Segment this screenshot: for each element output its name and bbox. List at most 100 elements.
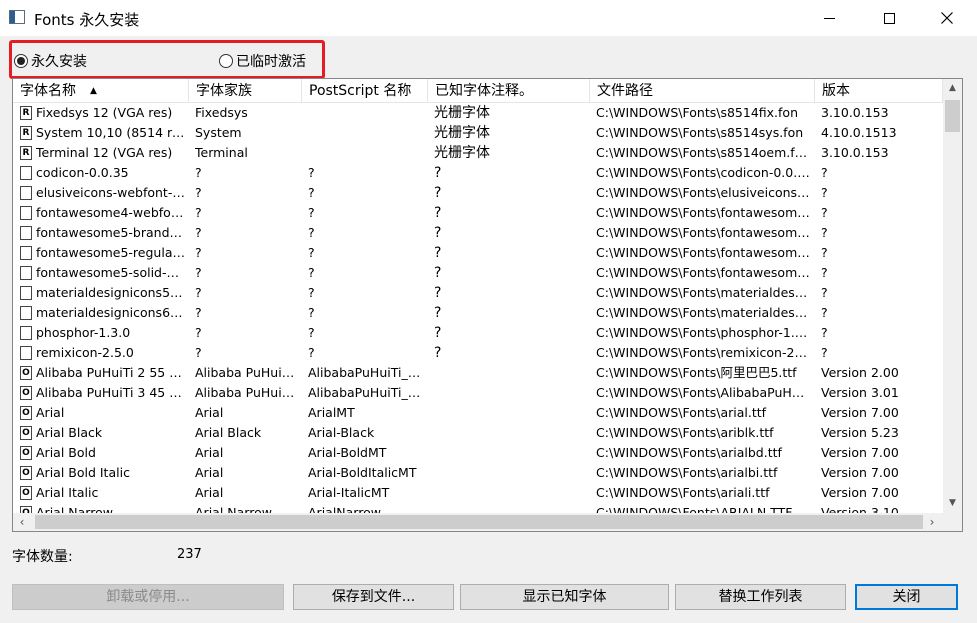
minimize-button[interactable] [804, 0, 854, 36]
opentype-font-icon: O [20, 386, 32, 400]
table-row[interactable]: elusiveicons-webfont-2.0??? C:\WINDOWS\Fo… [13, 183, 943, 203]
cell-file-path: C:\WINDOWS\Fonts\arialbi.ttf [596, 465, 778, 480]
table-row[interactable]: O Arial Bold Arial Arial-BoldMT C:\WINDOWS\F… [13, 443, 943, 463]
cell-file-path: C:\WINDOWS\Fonts\ARIALN.TTF [596, 505, 793, 513]
column-header-path[interactable]: 文件路径 [590, 79, 815, 103]
cell-font-name: fontawesome5-regular-... [36, 245, 186, 260]
uninstall-button[interactable]: 卸载或停用... [12, 584, 284, 610]
cell-postscript-name: ? [308, 285, 315, 300]
column-header-postscript[interactable]: PostScript 名称 [302, 79, 428, 103]
opentype-font-icon: O [20, 466, 32, 480]
font-list[interactable]: 字体名称 ▲ 字体家族 PostScript 名称 已知字体注释。 文件路径 版本… [12, 78, 963, 532]
cell-file-path: C:\WINDOWS\Fonts\ariali.ttf [596, 485, 770, 500]
horizontal-scrollbar[interactable]: ‹ › [13, 513, 962, 531]
opentype-font-icon: O [20, 406, 32, 420]
cell-file-path: C:\WINDOWS\Fonts\materialdesig... [596, 285, 810, 300]
cell-version: Version 7.00 [821, 445, 899, 460]
table-row[interactable]: O Arial Italic Arial Arial-ItalicMT C:\WINDO… [13, 483, 943, 503]
cell-postscript-name: ? [308, 185, 315, 200]
table-row[interactable]: R System 10,10 (8514 res) System 光栅字体 C:\WIN… [13, 123, 943, 143]
opentype-font-icon: O [20, 426, 32, 440]
vertical-scroll-thumb[interactable] [945, 100, 960, 132]
scroll-right-icon[interactable]: › [923, 513, 941, 531]
table-row[interactable]: remixicon-2.5.0??? C:\WINDOWS\Fonts\remix… [13, 343, 943, 363]
list-rows: R Fixedsys 12 (VGA res) Fixedsys 光栅字体 C:\WIN… [13, 103, 943, 513]
font-file-icon [20, 266, 32, 280]
table-row[interactable]: codicon-0.0.35??? C:\WINDOWS\Fonts\codico… [13, 163, 943, 183]
cell-font-family: System [195, 125, 242, 140]
cell-font-family: ? [195, 345, 202, 360]
close-window-button[interactable] [922, 0, 972, 36]
table-row[interactable]: materialdesignicons6-w...??? C:\WINDOWS\F… [13, 303, 943, 323]
cell-font-name: Arial Narrow [36, 505, 113, 513]
cell-note: 光栅字体 [434, 125, 490, 141]
scroll-up-icon[interactable]: ▲ [943, 79, 962, 97]
table-row[interactable]: fontawesome5-solid-we...??? C:\WINDOWS\Fo… [13, 263, 943, 283]
table-row[interactable]: O Alibaba PuHuiTi 2 55 Re... Alibaba PuHui… [13, 363, 943, 383]
vertical-scrollbar[interactable]: ▲ ▼ [943, 79, 962, 513]
column-header-family[interactable]: 字体家族 [189, 79, 302, 103]
cell-font-family: ? [195, 245, 202, 260]
table-row[interactable]: fontawesome5-regular-...??? C:\WINDOWS\Fo… [13, 243, 943, 263]
cell-font-family: Arial [195, 485, 224, 500]
cell-version: Version 3.10 [821, 505, 899, 513]
replace-worklist-button[interactable]: 替换工作列表 [675, 584, 846, 610]
cell-version: ? [821, 225, 828, 240]
cell-note: ? [434, 305, 442, 321]
table-row[interactable]: materialdesignicons5-w...??? C:\WINDOWS\F… [13, 283, 943, 303]
cell-font-family: Arial [195, 465, 224, 480]
cell-note: ? [434, 325, 442, 341]
cell-font-name: System 10,10 (8514 res) [36, 125, 186, 140]
cell-note: ? [434, 165, 442, 181]
cell-font-family: ? [195, 205, 202, 220]
close-button[interactable]: 关闭 [855, 584, 958, 610]
radio-temporary-active[interactable]: 已临时激活 [219, 51, 306, 71]
radio-permanent-install[interactable]: 永久安装 [14, 51, 87, 71]
cell-version: ? [821, 165, 828, 180]
sort-ascending-icon: ▲ [90, 86, 97, 96]
cell-font-family: ? [195, 165, 202, 180]
radio-permanent-label: 永久安装 [31, 54, 87, 70]
scroll-down-icon[interactable]: ▼ [943, 494, 962, 512]
save-to-file-button[interactable]: 保存到文件... [293, 584, 454, 610]
cell-font-family: Arial [195, 405, 224, 420]
scroll-left-icon[interactable]: ‹ [13, 513, 31, 531]
table-row[interactable]: O Arial Arial ArialMT C:\WINDOWS\Fonts\arial… [13, 403, 943, 423]
table-row[interactable]: O Arial Bold Italic Arial Arial-BoldItalicM… [13, 463, 943, 483]
maximize-button[interactable] [864, 0, 914, 36]
cell-font-name: fontawesome4-webfont... [36, 205, 186, 220]
list-header: 字体名称 ▲ 字体家族 PostScript 名称 已知字体注释。 文件路径 版本 [13, 79, 943, 103]
font-count-value: 237 [177, 547, 202, 562]
font-file-icon [20, 246, 32, 260]
font-file-icon [20, 226, 32, 240]
column-header-note[interactable]: 已知字体注释。 [428, 79, 590, 103]
cell-font-name: Arial Italic [36, 485, 99, 500]
raster-font-icon: R [20, 126, 32, 140]
column-header-version[interactable]: 版本 [815, 79, 943, 103]
cell-font-family: ? [195, 225, 202, 240]
table-row[interactable]: O Arial Black Arial Black Arial-Black C:\WIN… [13, 423, 943, 443]
table-row[interactable]: R Terminal 12 (VGA res) Terminal 光栅字体 C:\WIN… [13, 143, 943, 163]
cell-font-name: Terminal 12 (VGA res) [36, 145, 173, 160]
minimize-icon [823, 17, 835, 19]
cell-font-name: materialdesignicons6-w... [36, 305, 186, 320]
cell-version: ? [821, 205, 828, 220]
table-row[interactable]: fontawesome4-webfont...??? C:\WINDOWS\Fon… [13, 203, 943, 223]
show-known-fonts-button[interactable]: 显示已知字体 [460, 584, 669, 610]
table-row[interactable]: R Fixedsys 12 (VGA res) Fixedsys 光栅字体 C:\WIN… [13, 103, 943, 123]
column-header-name[interactable]: 字体名称 ▲ [13, 79, 189, 103]
cell-font-family: ? [195, 285, 202, 300]
cell-version: ? [821, 345, 828, 360]
cell-font-family: ? [195, 265, 202, 280]
cell-version: ? [821, 185, 828, 200]
cell-font-name: Fixedsys 12 (VGA res) [36, 105, 173, 120]
table-row[interactable]: O Arial Narrow Arial Narrow ArialNarrow C:\W… [13, 503, 943, 513]
table-row[interactable]: phosphor-1.3.0??? C:\WINDOWS\Fonts\phosph… [13, 323, 943, 343]
table-row[interactable]: fontawesome5-brands-...??? C:\WINDOWS\Fon… [13, 223, 943, 243]
cell-file-path: C:\WINDOWS\Fonts\codicon-0.0.3... [596, 165, 810, 180]
table-row[interactable]: O Alibaba PuHuiTi 3 45 Light Alibaba PuHui… [13, 383, 943, 403]
horizontal-scroll-thumb[interactable] [35, 515, 923, 529]
cell-font-family: Alibaba PuHuiTi... [195, 385, 300, 400]
cell-postscript-name: AlibabaPuHuiTi_2... [308, 365, 426, 380]
cell-file-path: C:\WINDOWS\Fonts\arial.ttf [596, 405, 767, 420]
